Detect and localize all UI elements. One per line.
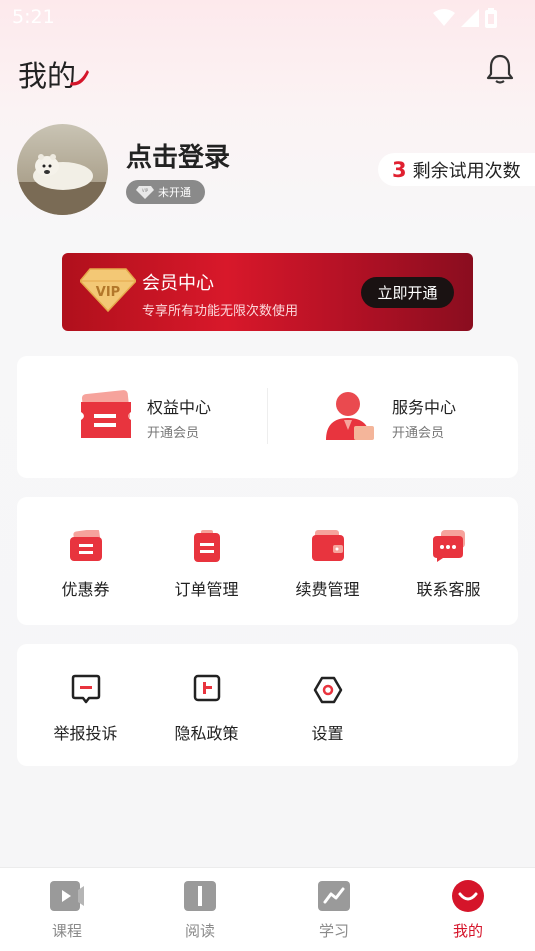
status-time: 5:21 — [12, 6, 55, 28]
vip-banner[interactable]: VIP 会员中心 专享所有功能无限次数使用 立即开通 — [62, 253, 473, 331]
report-item[interactable]: 举报投诉 — [25, 674, 146, 744]
vip-subtitle: 专享所有功能无限次数使用 — [142, 304, 299, 319]
battery-icon — [485, 8, 497, 28]
privacy-label: 隐私政策 — [174, 724, 239, 743]
service-agent-icon — [326, 392, 374, 440]
order-label: 订单管理 — [174, 580, 239, 599]
open-vip-button[interactable]: 立即开通 — [361, 277, 454, 308]
member-status-text: 未开通 — [158, 186, 191, 199]
diamond-icon: VIP — [136, 186, 154, 199]
settings-label: 设置 — [311, 724, 344, 743]
renewal-item[interactable]: 续费管理 — [267, 530, 388, 600]
tab-reading-label: 阅读 — [184, 922, 215, 940]
tab-reading[interactable]: 阅读 — [165, 880, 235, 941]
tab-mine[interactable]: 我的 — [433, 880, 503, 941]
polar-bear-avatar-image — [17, 124, 108, 215]
tab-courses[interactable]: 课程 — [32, 880, 102, 941]
trial-count: 3 — [392, 157, 407, 182]
bell-icon[interactable] — [485, 53, 515, 85]
settings-icon — [313, 676, 342, 704]
trial-count-pill: 3 剩余试用次数 — [378, 153, 535, 186]
chat-icon — [432, 530, 465, 562]
wifi-icon — [433, 9, 455, 26]
order-icon — [193, 530, 220, 562]
customer-service-label: 联系客服 — [416, 580, 481, 599]
vip-diamond-icon: VIP — [80, 268, 136, 313]
video-icon — [50, 881, 84, 911]
coupon-icon — [69, 530, 102, 561]
rights-center-title: 权益中心 — [147, 398, 212, 417]
rights-center-subtitle: 开通会员 — [147, 426, 200, 441]
tab-courses-label: 课程 — [51, 922, 82, 940]
tab-study[interactable]: 学习 — [299, 880, 369, 941]
trial-label: 剩余试用次数 — [412, 160, 521, 182]
svg-text:VIP: VIP — [96, 285, 120, 300]
others-card: 举报投诉 隐私政策 设置 — [17, 644, 518, 766]
vip-title: 会员中心 — [142, 273, 214, 294]
settings-item[interactable]: 设置 — [267, 674, 388, 744]
title-swoosh-icon — [70, 70, 89, 86]
renewal-label: 续费管理 — [295, 580, 360, 599]
order-item[interactable]: 订单管理 — [146, 530, 267, 600]
smile-icon — [452, 880, 484, 912]
tab-mine-label: 我的 — [452, 922, 483, 940]
coupon-item[interactable]: 优惠券 — [25, 530, 146, 600]
avatar[interactable] — [17, 124, 108, 215]
login-link[interactable]: 点击登录 — [126, 137, 230, 174]
service-center-item[interactable]: 服务中心 开通会员 — [268, 356, 518, 478]
privacy-icon — [193, 674, 220, 702]
rights-card: 权益中心 开通会员 服务中心 开通会员 — [17, 356, 518, 478]
svg-text:VIP: VIP — [142, 188, 149, 193]
rights-center-item[interactable]: 权益中心 开通会员 — [17, 356, 267, 478]
tab-study-label: 学习 — [318, 922, 349, 940]
service-center-title: 服务中心 — [392, 398, 457, 417]
status-bar: 5:21 — [0, 0, 535, 36]
coupon-label: 优惠券 — [61, 580, 110, 599]
customer-service-item[interactable]: 联系客服 — [388, 530, 509, 600]
status-icons — [433, 8, 497, 28]
rights-ticket-icon — [81, 390, 131, 438]
report-label: 举报投诉 — [53, 724, 118, 743]
member-status-badge: VIP 未开通 — [126, 180, 205, 204]
privacy-item[interactable]: 隐私政策 — [146, 674, 267, 744]
wallet-icon — [311, 530, 344, 561]
bottom-tab-bar: 课程 阅读 学习 我的 — [0, 867, 535, 951]
book-icon — [184, 881, 216, 911]
report-icon — [71, 674, 100, 704]
signal-icon — [461, 9, 479, 27]
chart-icon — [318, 881, 350, 911]
services-card: 优惠券 订单管理 续费管理 联系客服 — [17, 497, 518, 625]
service-center-subtitle: 开通会员 — [392, 426, 445, 441]
